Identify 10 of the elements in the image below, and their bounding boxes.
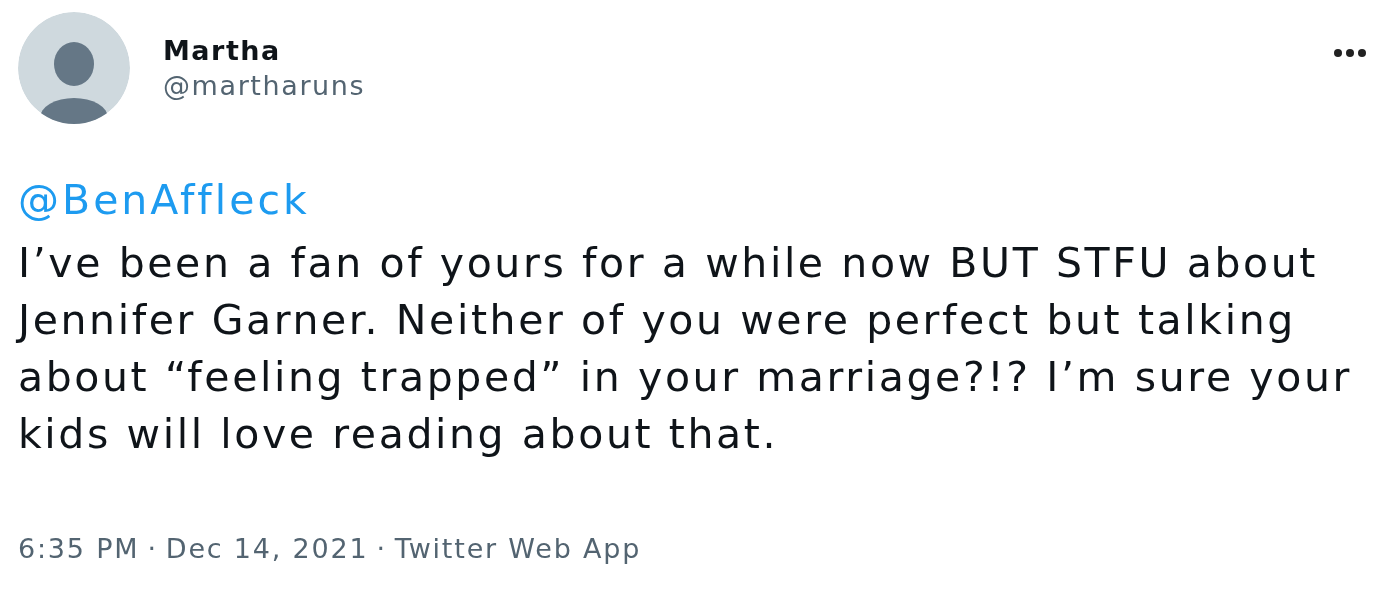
separator-dot: · <box>147 532 158 566</box>
tweet-source[interactable]: Twitter Web App <box>394 529 642 570</box>
more-icon[interactable] <box>1333 48 1367 58</box>
author-handle[interactable]: @martharuns <box>163 68 366 104</box>
avatar-icon[interactable] <box>18 12 130 124</box>
separator-dot: · <box>376 532 387 566</box>
tweet-date[interactable]: Dec 14, 2021 <box>165 529 369 570</box>
tweet-text: I’ve been a fan of yours for a while now BUT STFU about Jennifer Garner. Neither of you were perfect but talking about “feeling trapped” in your marriage?!? I’m sure your kids will love reading about that. <box>18 238 1353 460</box>
tweet-time[interactable]: 6:35 PM <box>18 529 140 570</box>
author-name[interactable]: Martha <box>163 34 366 68</box>
